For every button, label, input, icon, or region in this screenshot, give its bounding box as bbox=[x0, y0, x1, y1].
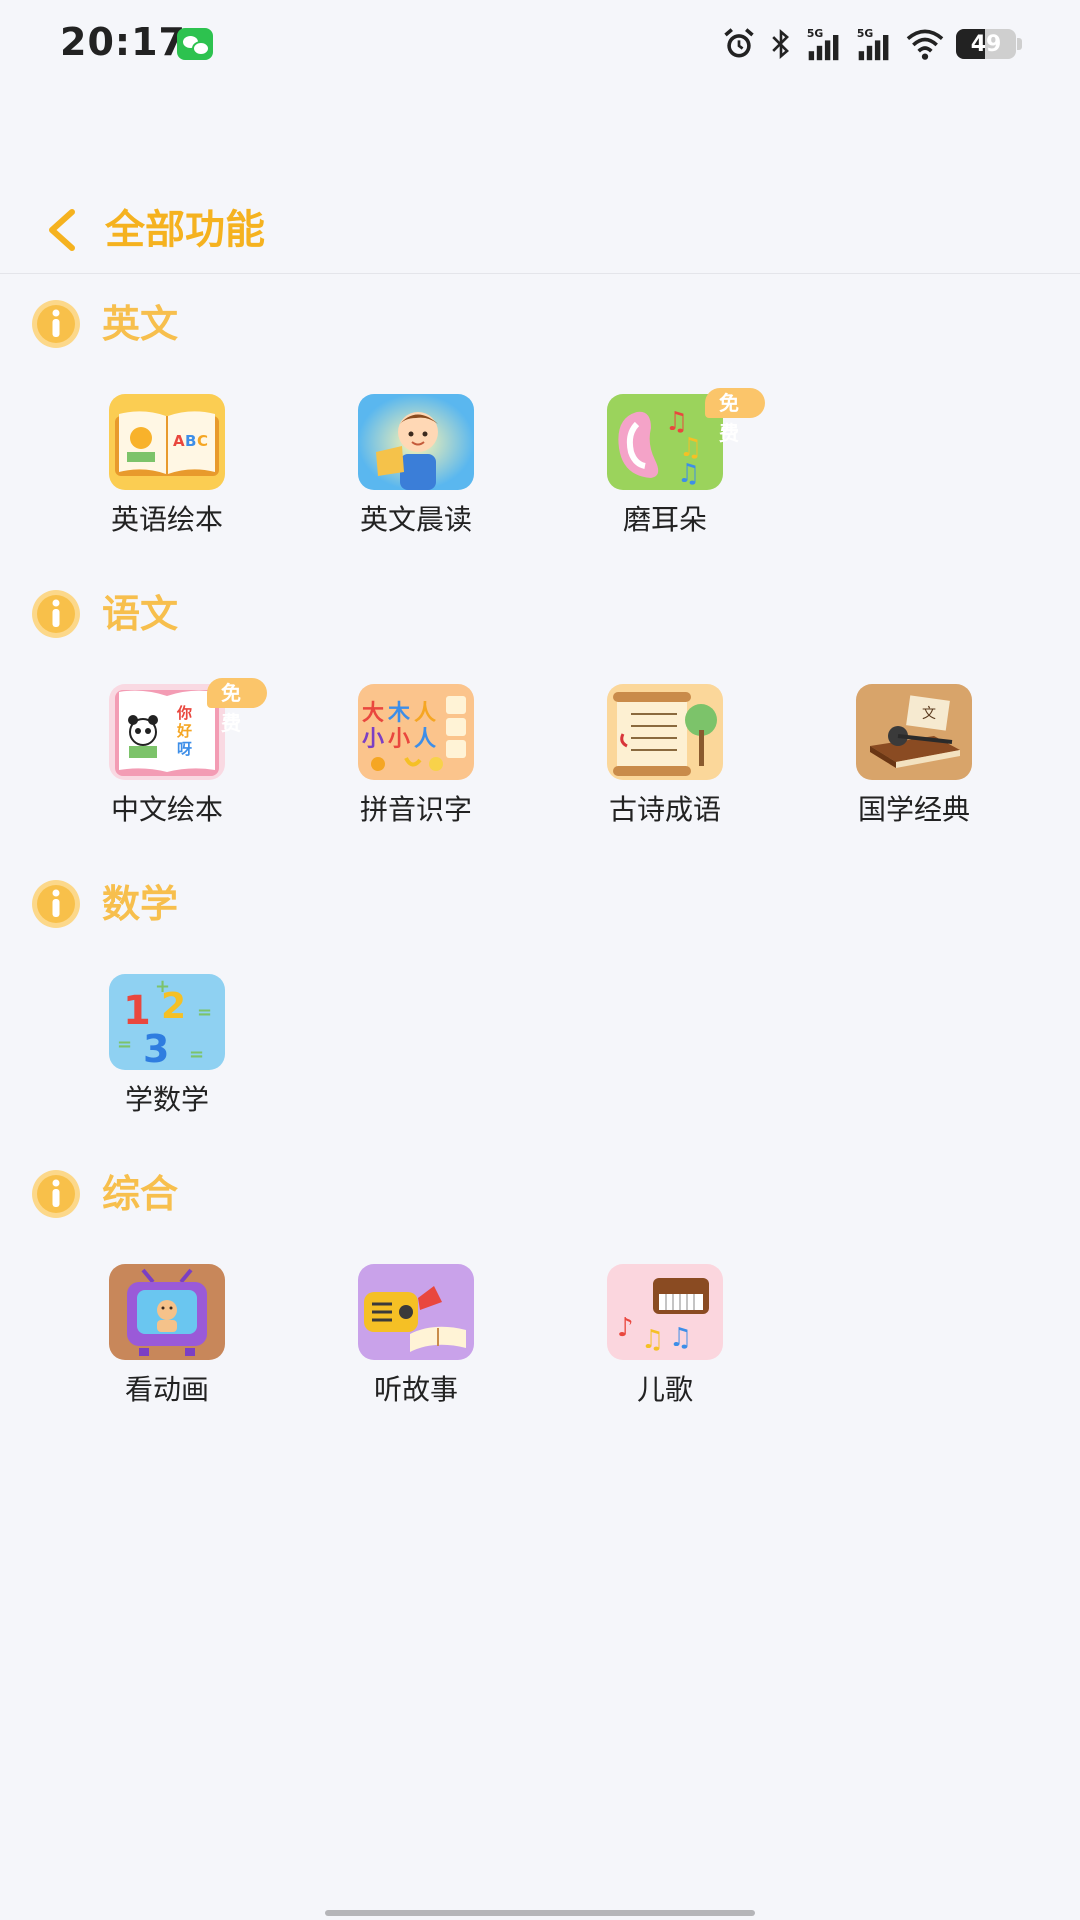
battery-icon: 49 bbox=[956, 29, 1016, 59]
boy-reading-icon bbox=[358, 394, 474, 490]
item-label: 看动画 bbox=[124, 1373, 209, 1406]
svg-text:♫: ♫ bbox=[669, 1323, 692, 1353]
section-title: 综合 bbox=[102, 1172, 179, 1216]
battery-tip bbox=[1017, 38, 1022, 50]
chevron-left-icon bbox=[49, 209, 75, 251]
feature-item-poetry-idioms[interactable]: 古诗成语 bbox=[565, 684, 765, 834]
free-badge: 免费 bbox=[705, 388, 765, 445]
item-label: 听故事 bbox=[373, 1373, 458, 1406]
section-header: 数学 bbox=[30, 874, 178, 934]
svg-text:人: 人 bbox=[414, 727, 436, 752]
svg-text:人: 人 bbox=[414, 701, 436, 726]
svg-text:=: = bbox=[117, 1034, 132, 1055]
svg-text:呀: 呀 bbox=[177, 740, 192, 758]
signal-5g-icon: 5G bbox=[807, 27, 839, 61]
svg-text:大: 大 bbox=[362, 701, 384, 726]
info-icon bbox=[32, 300, 80, 348]
piano-music-icon: ♪ ♫ ♫ bbox=[607, 1264, 723, 1360]
section-header: 英文 bbox=[30, 294, 178, 354]
alarm-icon bbox=[724, 28, 754, 58]
feature-item-listen-stories[interactable]: 听故事 bbox=[316, 1264, 516, 1414]
svg-text:♫: ♫ bbox=[677, 459, 700, 489]
item-label: 英语绘本 bbox=[110, 503, 223, 536]
status-time: 20:17 bbox=[60, 20, 186, 64]
section-header: 综合 bbox=[30, 1164, 178, 1224]
status-icons: 5G 5G 49 bbox=[720, 24, 1022, 64]
page-title: 全部功能 bbox=[105, 207, 265, 253]
svg-text:B: B bbox=[185, 432, 196, 450]
header: 全部功能 bbox=[0, 190, 1080, 274]
item-label: 中文绘本 bbox=[110, 793, 223, 826]
section-title: 语文 bbox=[102, 592, 179, 636]
feature-item-english-picture-book[interactable]: A B C 英语绘本 bbox=[67, 394, 267, 544]
picture-book-abc-icon: A B C bbox=[109, 394, 225, 490]
svg-text:文: 文 bbox=[922, 706, 936, 722]
info-icon bbox=[32, 880, 80, 928]
item-label: 磨耳朵 bbox=[622, 503, 707, 536]
feature-item-learn-math[interactable]: 1 2 3 + = = = 学数学 bbox=[67, 974, 267, 1124]
section-title: 数学 bbox=[102, 882, 179, 926]
section-header: 语文 bbox=[30, 584, 178, 644]
feature-item-watch-cartoons[interactable]: 看动画 bbox=[67, 1264, 267, 1414]
feature-item-english-morning-reading[interactable]: 英文晨读 bbox=[316, 394, 516, 544]
svg-text:3: 3 bbox=[143, 1027, 169, 1070]
svg-text:=: = bbox=[189, 1044, 204, 1065]
svg-text:♫: ♫ bbox=[641, 1325, 664, 1355]
wifi-icon bbox=[906, 29, 944, 60]
item-label: 拼音识字 bbox=[359, 793, 472, 826]
chinese-characters-icon: 大 木 人 小 小 人 bbox=[358, 684, 474, 780]
feature-item-ear-training[interactable]: ♫ ♫ ♫ 免费 磨耳朵 bbox=[565, 388, 765, 544]
svg-text:你: 你 bbox=[176, 704, 192, 722]
svg-text:5G: 5G bbox=[857, 27, 874, 40]
status-bar: 20:17 5G 5G 49 bbox=[0, 0, 1080, 90]
feature-item-pinyin-literacy[interactable]: 大 木 人 小 小 人 拼音识字 bbox=[316, 684, 516, 834]
item-label: 国学经典 bbox=[857, 793, 970, 826]
svg-text:小: 小 bbox=[388, 727, 410, 752]
section-title: 英文 bbox=[102, 302, 179, 346]
item-label: 英文晨读 bbox=[359, 503, 472, 536]
item-label: 儿歌 bbox=[636, 1373, 693, 1406]
poetry-scroll-icon bbox=[607, 684, 723, 780]
svg-text:小: 小 bbox=[362, 727, 384, 752]
svg-text:A: A bbox=[173, 432, 185, 450]
battery-level: 49 bbox=[970, 31, 1002, 57]
wechat-icon bbox=[177, 28, 213, 60]
feature-item-nursery-rhymes[interactable]: ♪ ♫ ♫ 儿歌 bbox=[565, 1264, 765, 1414]
signal-5g-icon: 5G bbox=[857, 27, 889, 61]
svg-text:5G: 5G bbox=[807, 27, 824, 40]
item-label: 学数学 bbox=[124, 1083, 209, 1116]
numbers-123-icon: 1 2 3 + = = = bbox=[109, 974, 225, 1070]
bluetooth-icon bbox=[772, 29, 789, 59]
info-icon bbox=[32, 590, 80, 638]
free-badge: 免费 bbox=[207, 678, 267, 735]
svg-text:好: 好 bbox=[176, 722, 192, 740]
radio-story-icon bbox=[358, 1264, 474, 1360]
feature-item-chinese-classics[interactable]: 文 国学经典 bbox=[814, 684, 1014, 834]
svg-text:+: + bbox=[155, 976, 170, 997]
svg-text:=: = bbox=[197, 1002, 212, 1023]
item-label: 古诗成语 bbox=[608, 793, 721, 826]
svg-text:C: C bbox=[197, 432, 208, 450]
svg-text:♪: ♪ bbox=[617, 1313, 634, 1343]
info-icon bbox=[32, 1170, 80, 1218]
home-indicator[interactable] bbox=[325, 1910, 755, 1916]
classic-book-icon: 文 bbox=[856, 684, 972, 780]
back-button[interactable] bbox=[38, 200, 86, 260]
tv-cartoon-icon bbox=[109, 1264, 225, 1360]
svg-text:木: 木 bbox=[387, 701, 411, 726]
feature-item-chinese-picture-book[interactable]: 你 好 呀 免费 中文绘本 bbox=[67, 678, 267, 834]
